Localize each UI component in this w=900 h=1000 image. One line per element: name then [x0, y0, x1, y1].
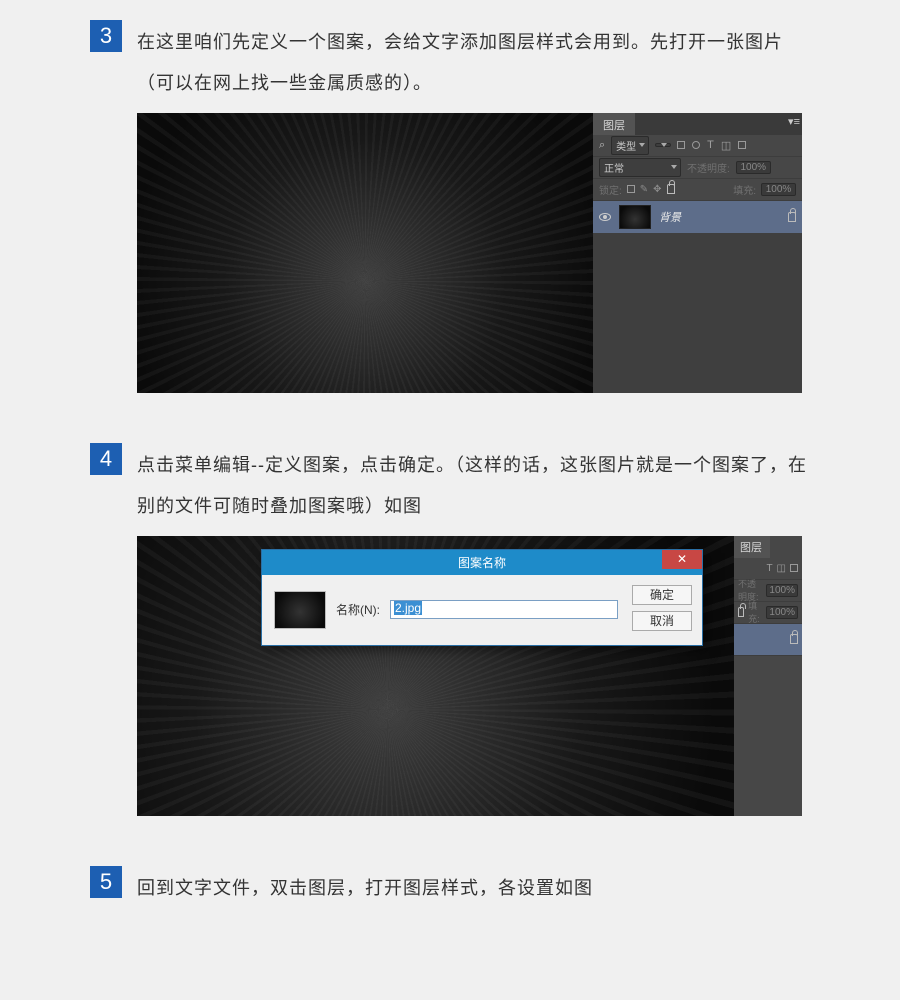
smart-filter-icon[interactable]	[790, 564, 798, 572]
lock-label: 锁定:	[599, 182, 622, 197]
adjust-filter-icon[interactable]	[692, 141, 700, 149]
step-number-badge: 5	[90, 866, 122, 898]
step-4: 4 点击菜单编辑--定义图案，点击确定。（这样的话，这张图片就是一个图案了，在别…	[90, 443, 810, 816]
dialog-buttons: 确定 取消	[632, 585, 692, 631]
photoshop-window: 图层 ▾≡ ⌕ 类型 T ◫ 正常	[137, 113, 802, 393]
name-input-value: 2.jpg	[394, 601, 422, 615]
screenshot-1: 图层 ▾≡ ⌕ 类型 T ◫ 正常	[137, 113, 810, 393]
fill-row: 填充: 100%	[734, 602, 802, 624]
layer-name-label: 背景	[659, 209, 780, 225]
step-number-badge: 3	[90, 20, 122, 52]
fill-field[interactable]: 100%	[766, 606, 798, 619]
opacity-row: 不透明度: 100%	[734, 580, 802, 602]
screenshot-2: 图层 T ◫ 不透明度: 100% 填充: 100%	[137, 536, 810, 816]
fill-label: 填充:	[748, 599, 762, 625]
tab-layers[interactable]: 图层	[593, 113, 635, 135]
pixel-filter-icon[interactable]	[677, 141, 685, 149]
kind-select[interactable]: 类型	[611, 136, 649, 155]
tab-layers[interactable]: 图层	[734, 536, 770, 558]
photoshop-window: 图层 T ◫ 不透明度: 100% 填充: 100%	[137, 536, 802, 816]
dialog-titlebar[interactable]: 图案名称 ✕	[262, 550, 702, 575]
opacity-label: 不透明度:	[687, 160, 730, 175]
shape-filter-icon[interactable]: ◫	[777, 563, 786, 574]
step-header: 5 回到文字文件，双击图层，打开图层样式，各设置如图	[90, 866, 810, 909]
visibility-toggle-icon[interactable]	[599, 213, 611, 221]
lock-position-icon[interactable]: ✎	[640, 184, 648, 195]
lock-row: 锁定: ✎ ✥ 填充: 100%	[593, 179, 802, 201]
layers-panel: 图层 ▾≡ ⌕ 类型 T ◫ 正常	[593, 113, 802, 393]
layer-locked-icon	[788, 212, 796, 222]
blend-mode-select[interactable]: 正常	[599, 158, 681, 177]
close-button[interactable]: ✕	[662, 550, 702, 569]
smart-filter-icon[interactable]	[738, 141, 746, 149]
step-number-badge: 4	[90, 443, 122, 475]
panel-menu-icon[interactable]: ▾≡	[788, 115, 800, 128]
ok-button[interactable]: 确定	[632, 585, 692, 605]
step-description: 点击菜单编辑--定义图案，点击确定。（这样的话，这张图片就是一个图案了，在别的文…	[137, 443, 810, 528]
step-description: 在这里咱们先定义一个图案，会给文字添加图层样式会用到。先打开一张图片（可以在网上…	[137, 20, 810, 105]
opacity-field[interactable]: 100%	[766, 584, 798, 597]
pattern-thumbnail	[274, 591, 326, 629]
name-label: 名称(N):	[336, 601, 380, 618]
shape-filter-icon[interactable]: ◫	[721, 139, 731, 152]
step-header: 4 点击菜单编辑--定义图案，点击确定。（这样的话，这张图片就是一个图案了，在别…	[90, 443, 810, 528]
dialog-title-text: 图案名称	[458, 554, 506, 571]
layer-locked-icon	[790, 634, 798, 644]
type-filter-icon[interactable]: T	[707, 139, 714, 151]
layer-item-background[interactable]	[734, 624, 802, 656]
name-input[interactable]: 2.jpg	[390, 600, 618, 619]
layer-thumbnail[interactable]	[619, 205, 651, 229]
step-3: 3 在这里咱们先定义一个图案，会给文字添加图层样式会用到。先打开一张图片（可以在…	[90, 20, 810, 393]
fill-label: 填充:	[733, 182, 756, 197]
layer-list: 背景	[593, 201, 802, 393]
opacity-field[interactable]: 100%	[736, 161, 771, 174]
lock-all-icon[interactable]	[667, 184, 675, 194]
type-filter-icon[interactable]: T	[766, 563, 772, 574]
step-header: 3 在这里咱们先定义一个图案，会给文字添加图层样式会用到。先打开一张图片（可以在…	[90, 20, 810, 105]
layer-item-background[interactable]: 背景	[593, 201, 802, 233]
step-5: 5 回到文字文件，双击图层，打开图层样式，各设置如图	[90, 866, 810, 909]
lock-pixels-icon[interactable]	[627, 185, 635, 193]
lock-all-icon[interactable]	[738, 607, 744, 617]
pattern-name-dialog: 图案名称 ✕ 名称(N): 2.jpg 确定 取消	[261, 549, 703, 646]
layers-panel-cropped: 图层 T ◫ 不透明度: 100% 填充: 100%	[734, 536, 802, 816]
search-icon[interactable]: ⌕	[599, 139, 605, 152]
panel-tab-bar: 图层 ▾≡	[593, 113, 802, 135]
canvas-area[interactable]	[137, 113, 593, 393]
blend-row: 正常 不透明度: 100%	[593, 157, 802, 179]
filter-row: ⌕ 类型 T ◫	[593, 135, 802, 157]
fill-field[interactable]: 100%	[761, 183, 796, 196]
cancel-button[interactable]: 取消	[632, 611, 692, 631]
filter-icons: T ◫	[677, 139, 746, 152]
lock-move-icon[interactable]: ✥	[653, 184, 661, 195]
step-description: 回到文字文件，双击图层，打开图层样式，各设置如图	[137, 866, 593, 909]
